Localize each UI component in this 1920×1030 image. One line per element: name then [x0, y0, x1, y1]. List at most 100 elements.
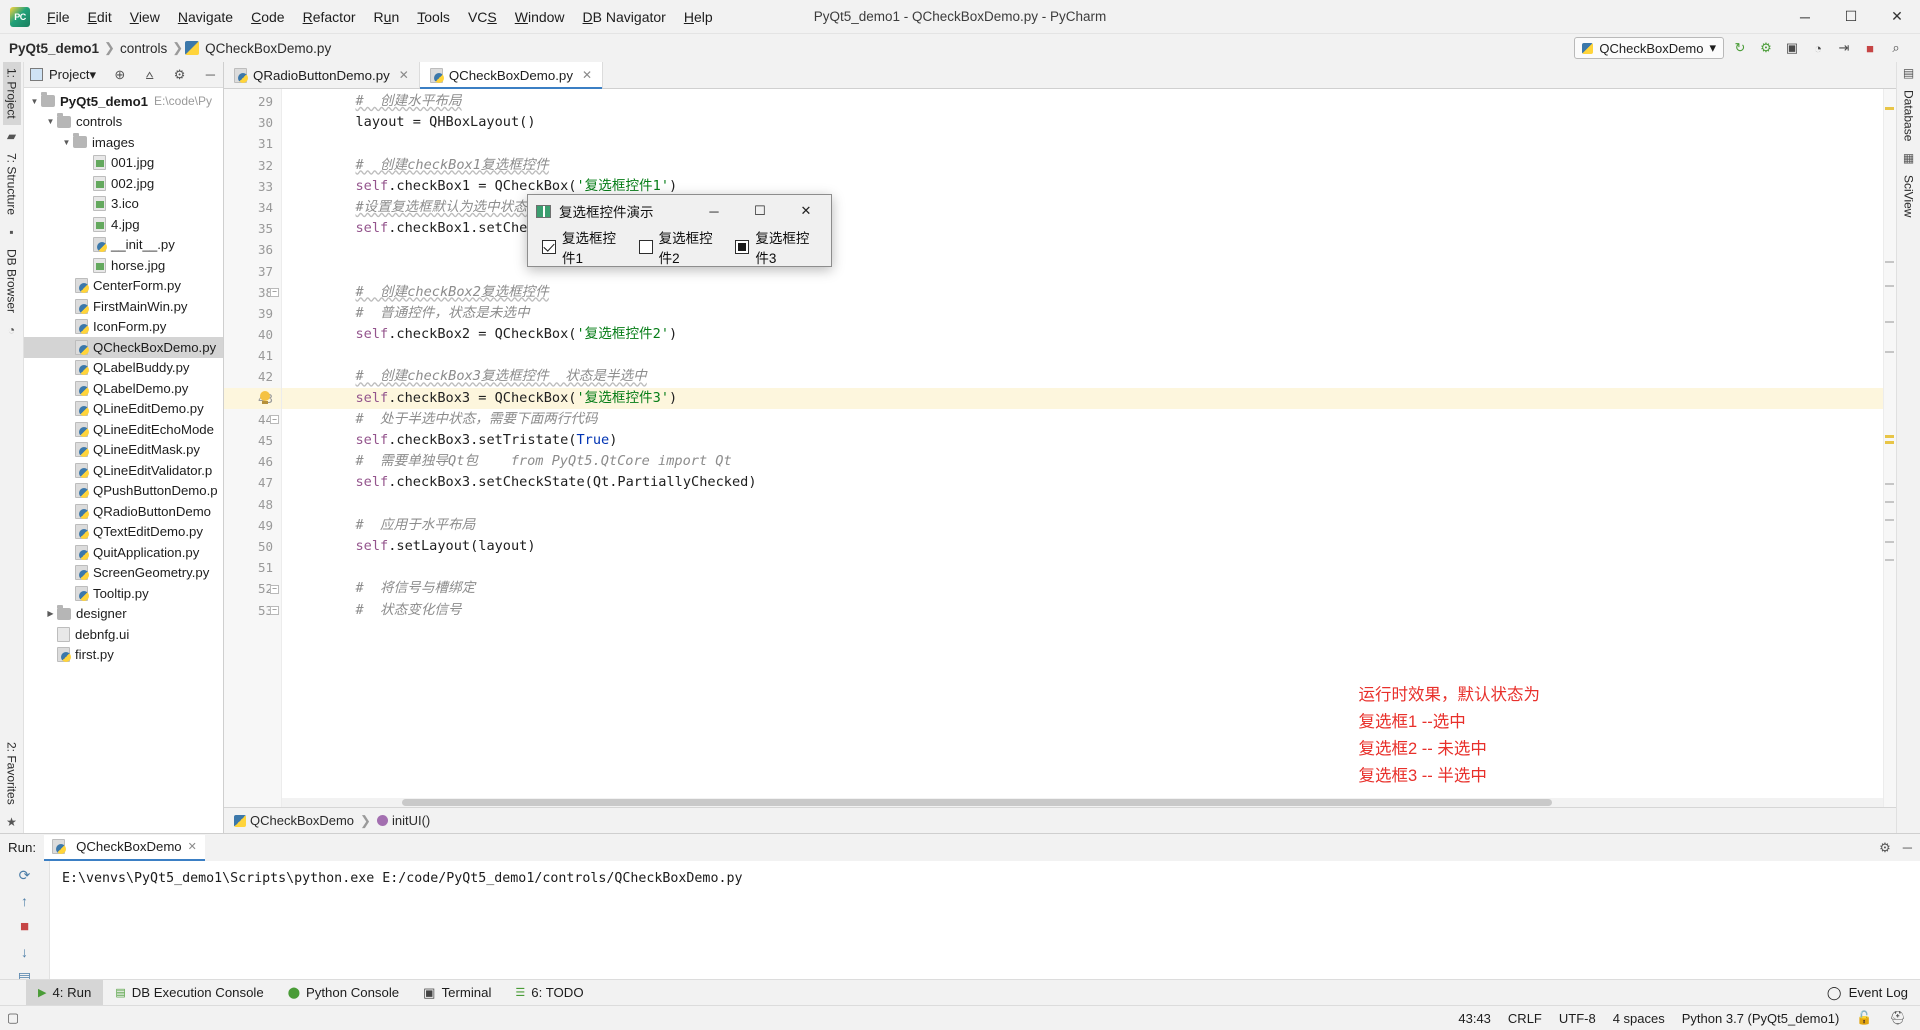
rail-item-favorites[interactable]: 2: Favorites [3, 736, 21, 811]
rail-item-project[interactable]: 1: Project [2, 62, 21, 125]
breadcrumb-project[interactable]: PyQt5_demo1 [6, 41, 102, 56]
rail-item-structure[interactable]: 7: Structure [3, 147, 21, 221]
checkbox-3[interactable]: 复选框控件3 [735, 227, 817, 267]
close-icon[interactable]: ✕ [582, 68, 592, 82]
tree-item[interactable]: QLineEditEchoMode [24, 419, 223, 440]
tree-item[interactable]: debnfg.ui [24, 624, 223, 645]
tree-item[interactable]: ▼ PyQt5_demo1 E:\code\Py [24, 91, 223, 112]
tree-item[interactable]: Tooltip.py [24, 583, 223, 604]
caret-position[interactable]: 43:43 [1458, 1011, 1491, 1026]
menu-help[interactable]: Help [675, 5, 722, 29]
search-icon[interactable]: ⌕ [1886, 38, 1906, 58]
close-icon[interactable]: ✕ [188, 840, 197, 853]
tree-item[interactable]: ▶ designer [24, 604, 223, 625]
stop-icon[interactable]: ■ [1860, 38, 1880, 58]
expand-arrow-icon[interactable]: ▶ [44, 609, 57, 618]
tree-item[interactable]: CenterForm.py [24, 276, 223, 297]
hat-icon[interactable]: ⛑ [1889, 1010, 1906, 1026]
menu-vcs[interactable]: VCS [459, 5, 506, 29]
line-separator[interactable]: CRLF [1508, 1011, 1542, 1026]
error-stripe-marker-column[interactable] [1883, 89, 1896, 807]
debug-icon[interactable]: ⚙ [1756, 38, 1776, 58]
close-icon[interactable]: ✕ [399, 68, 409, 82]
hide-panel-icon[interactable]: ─ [1903, 840, 1912, 855]
breadcrumb-class[interactable]: QCheckBoxDemo [250, 813, 354, 828]
tree-item[interactable]: IconForm.py [24, 317, 223, 338]
menu-view[interactable]: View [121, 5, 169, 29]
scroll-up-icon[interactable]: ↑ [15, 893, 35, 909]
tree-item[interactable]: first.py [24, 645, 223, 666]
settings-gear-icon[interactable]: ⚙ [1879, 840, 1891, 856]
attach-icon[interactable]: ⇥ [1834, 38, 1854, 58]
run-tab-qcheckboxdemo[interactable]: QCheckBoxDemo ✕ [44, 834, 205, 861]
tree-item[interactable]: QCheckBoxDemo.py [24, 337, 223, 358]
project-panel-title[interactable]: Project▾ [49, 67, 96, 83]
toggle-tool-windows-icon[interactable]: ▢ [0, 1010, 26, 1026]
menu-run[interactable]: Run [365, 5, 409, 29]
menu-navigate[interactable]: Navigate [169, 5, 242, 29]
tree-item[interactable]: QuitApplication.py [24, 542, 223, 563]
rail-item-db-browser[interactable]: DB Browser [3, 243, 21, 319]
bottom-tab-terminal[interactable]: ▣ Terminal [411, 980, 503, 1005]
checkbox-2[interactable]: 复选框控件2 [638, 227, 721, 267]
rail-item-sciview[interactable]: SciView [1900, 169, 1918, 223]
bottom-tab-run[interactable]: ▶ 4: Run [26, 980, 104, 1005]
fold-toggle-icon[interactable]: − [270, 287, 279, 297]
bottom-tab-db-execution-console[interactable]: ▤ DB Execution Console [103, 980, 275, 1005]
tree-item[interactable]: horse.jpg [24, 255, 223, 276]
settings-gear-icon[interactable]: ⚙ [172, 67, 188, 83]
close-button[interactable]: ✕ [1874, 0, 1920, 34]
bottom-tab-todo[interactable]: ☰ 6: TODO [503, 980, 595, 1005]
checkbox-partial-icon[interactable] [735, 239, 750, 254]
editor-tab-qcheckboxdemo[interactable]: QCheckBoxDemo.py ✕ [419, 62, 604, 89]
indent-setting[interactable]: 4 spaces [1613, 1011, 1665, 1026]
run-configuration-selector[interactable]: QCheckBoxDemo ▾ [1574, 37, 1724, 59]
tree-item[interactable]: QRadioButtonDemo [24, 501, 223, 522]
dialog-maximize-button[interactable]: ☐ [737, 196, 783, 227]
tree-item[interactable]: QPushButtonDemo.p [24, 481, 223, 502]
menu-window[interactable]: Window [506, 5, 574, 29]
maximize-button[interactable]: ☐ [1828, 0, 1874, 34]
bottom-tab-python-console[interactable]: ⬤ Python Console [276, 980, 411, 1005]
line-number-gutter[interactable]: 29 30 31 32 33 34 35 36 37 38 39 40 41 42 43 44 45 46 47 48… [224, 89, 282, 807]
breadcrumb-file[interactable]: QCheckBoxDemo.py [202, 41, 334, 56]
tree-item[interactable]: QLineEditDemo.py [24, 399, 223, 420]
intention-bulb-icon[interactable] [258, 390, 272, 405]
scrollbar-thumb[interactable] [402, 799, 1552, 806]
python-interpreter[interactable]: Python 3.7 (PyQt5_demo1) [1682, 1011, 1840, 1026]
code-text[interactable]: # 创建水平布局 layout = QHBoxLayout() # 创建chec… [282, 89, 1896, 807]
scroll-down-icon[interactable]: ↓ [15, 944, 35, 960]
tree-item[interactable]: QLineEditValidator.p [24, 460, 223, 481]
tree-item[interactable]: QTextEditDemo.py [24, 522, 223, 543]
minimize-button[interactable]: ─ [1782, 0, 1828, 34]
expand-arrow-icon[interactable]: ▼ [44, 117, 57, 126]
file-encoding[interactable]: UTF-8 [1559, 1011, 1596, 1026]
checkbox-unchecked-icon[interactable] [638, 239, 653, 254]
tree-item[interactable]: ▼ images [24, 132, 223, 153]
menu-tools[interactable]: Tools [408, 5, 459, 29]
qcheckbox-demo-dialog[interactable]: 复选框控件演示 ─ ☐ ✕ 复选框控件1 复选框控件2 复选框控件3 [527, 194, 832, 267]
stop-icon[interactable]: ■ [15, 918, 35, 935]
event-log-button[interactable]: ◯ Event Log [1827, 980, 1920, 1005]
tree-item[interactable]: 3.ico [24, 194, 223, 215]
tree-item[interactable]: QLabelDemo.py [24, 378, 223, 399]
dialog-close-button[interactable]: ✕ [783, 196, 829, 227]
menu-code[interactable]: Code [242, 5, 293, 29]
expand-arrow-icon[interactable]: ▼ [28, 97, 41, 106]
fold-toggle-icon[interactable]: − [270, 584, 279, 594]
rail-item-database[interactable]: Database [1900, 84, 1918, 147]
tree-item[interactable]: 001.jpg [24, 153, 223, 174]
rerun-icon[interactable]: ⟳ [15, 867, 35, 884]
tree-item[interactable]: ScreenGeometry.py [24, 563, 223, 584]
rerun-icon[interactable]: ↻ [1730, 38, 1750, 58]
editor-tab-qradiobuttondemo[interactable]: QRadioButtonDemo.py ✕ [224, 62, 420, 88]
tree-item[interactable]: QLabelBuddy.py [24, 358, 223, 379]
tree-item[interactable]: FirstMainWin.py [24, 296, 223, 317]
checkbox-1[interactable]: 复选框控件1 [542, 227, 624, 267]
menu-edit[interactable]: Edit [79, 5, 121, 29]
horizontal-scrollbar[interactable] [282, 798, 1883, 807]
tree-item[interactable]: 4.jpg [24, 214, 223, 235]
tree-item[interactable]: __init__.py [24, 235, 223, 256]
breadcrumb-method[interactable]: initUI() [392, 813, 430, 828]
collapse-all-icon[interactable]: ⩟ [144, 67, 156, 83]
